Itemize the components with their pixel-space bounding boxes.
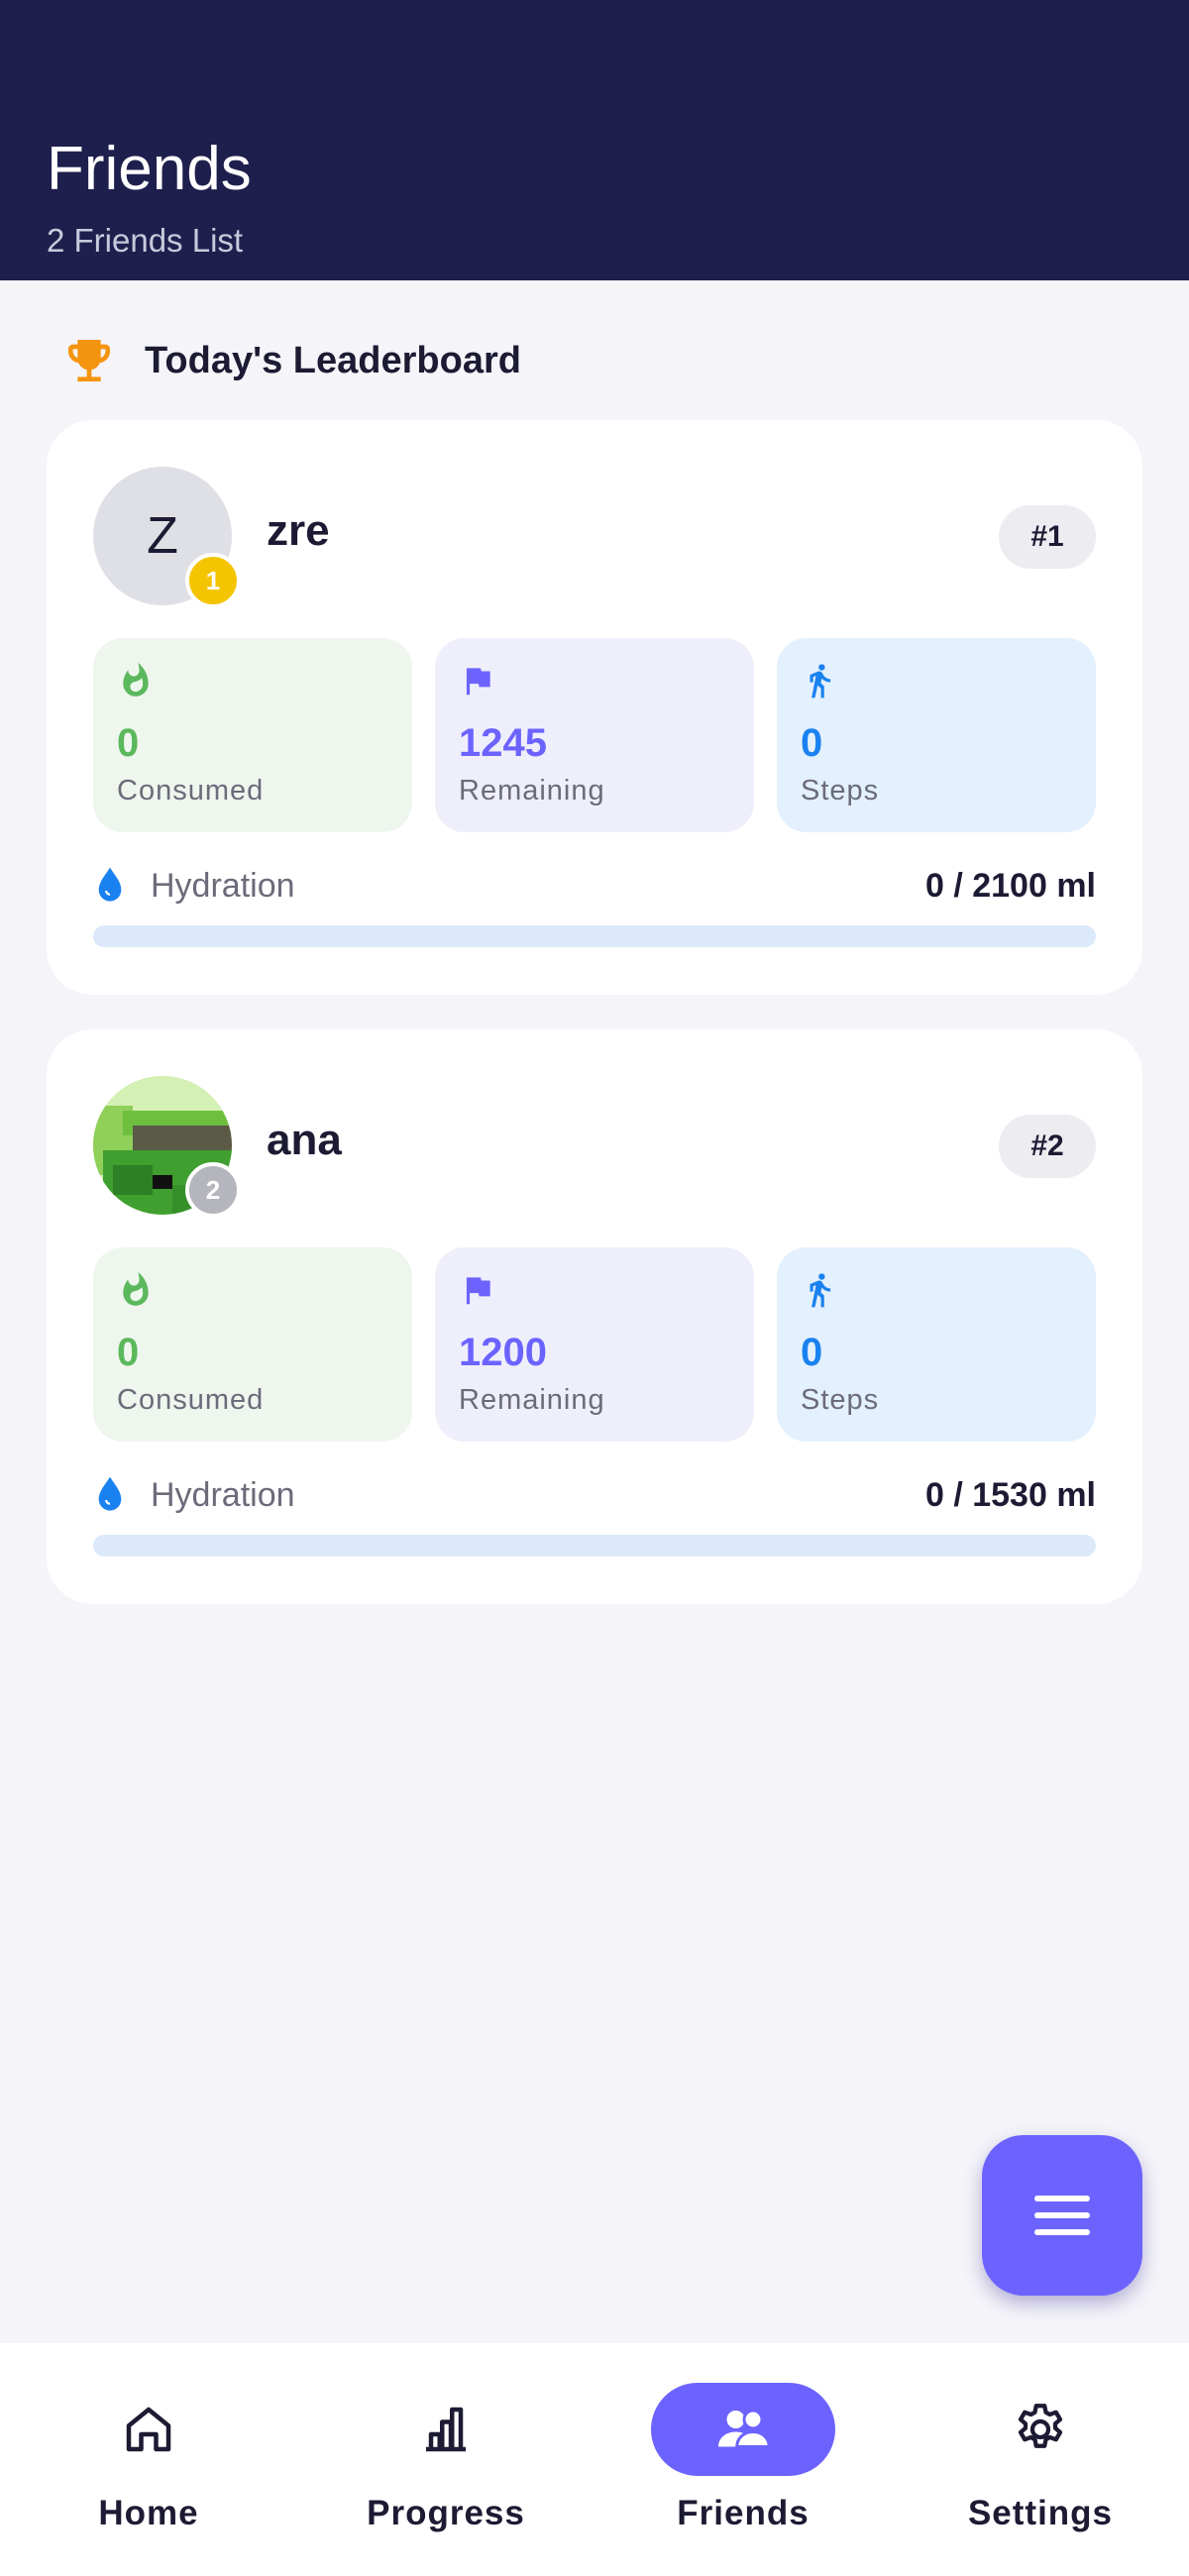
avatar-initial: Z xyxy=(147,507,178,565)
friend-card[interactable]: Z 1 zre #1 0 Consumed 1245 Remaining 0 S… xyxy=(47,420,1142,995)
steps-value: 0 xyxy=(801,721,823,765)
nav-icon-container xyxy=(651,2383,835,2476)
consumed-stat: 0 Consumed xyxy=(93,638,412,832)
nav-label-home: Home xyxy=(98,2494,199,2532)
hydration-value: 0 / 1530 ml xyxy=(924,1475,1096,1514)
flame-icon xyxy=(123,663,149,697)
flame-icon xyxy=(123,1272,149,1306)
nav-item-progress[interactable]: Progress xyxy=(337,2383,555,2551)
remaining-label: Remaining xyxy=(459,775,605,806)
page-title: Friends xyxy=(47,135,252,203)
rank-badge: #2 xyxy=(999,1115,1096,1178)
flag-icon xyxy=(466,668,490,696)
consumed-value: 0 xyxy=(117,721,140,765)
hydration-value: 0 / 2100 ml xyxy=(924,866,1096,905)
position-badge: 1 xyxy=(185,553,241,608)
people-icon xyxy=(718,2409,771,2448)
consumed-value: 0 xyxy=(117,1331,140,1374)
position-badge: 2 xyxy=(185,1162,241,1218)
flag-icon xyxy=(466,1277,490,1305)
remaining-stat: 1200 Remaining xyxy=(435,1247,754,1442)
remaining-value: 1200 xyxy=(459,1331,547,1374)
steps-stat: 0 Steps xyxy=(777,638,1096,832)
hydration-row: Hydration 0 / 2100 ml xyxy=(93,864,1096,908)
water-drop-icon xyxy=(98,1476,122,1511)
hydration-label: Hydration xyxy=(151,1475,295,1514)
steps-label: Steps xyxy=(801,1384,880,1416)
leaderboard-heading: Today's Leaderboard xyxy=(61,331,521,390)
nav-item-settings[interactable]: Settings xyxy=(931,2383,1149,2551)
rank-badge: #1 xyxy=(999,505,1096,569)
walking-icon xyxy=(810,1273,831,1308)
remaining-stat: 1245 Remaining xyxy=(435,638,754,832)
friend-name: ana xyxy=(267,1116,342,1164)
home-icon xyxy=(126,2407,171,2452)
bar-chart-icon xyxy=(426,2407,466,2452)
nav-item-friends[interactable]: Friends xyxy=(634,2383,852,2551)
steps-value: 0 xyxy=(801,1331,823,1374)
consumed-label: Consumed xyxy=(117,775,265,806)
nav-icon-container xyxy=(56,2383,241,2476)
nav-label-progress: Progress xyxy=(367,2494,525,2532)
menu-fab-button[interactable] xyxy=(982,2135,1142,2296)
hydration-progress-bar xyxy=(93,1535,1096,1556)
trophy-icon xyxy=(68,340,110,381)
nav-icon-container xyxy=(354,2383,538,2476)
walking-icon xyxy=(810,664,831,698)
remaining-label: Remaining xyxy=(459,1384,605,1416)
steps-stat: 0 Steps xyxy=(777,1247,1096,1442)
remaining-value: 1245 xyxy=(459,721,547,765)
hydration-row: Hydration 0 / 1530 ml xyxy=(93,1473,1096,1517)
nav-icon-container xyxy=(948,2383,1133,2476)
nav-label-friends: Friends xyxy=(677,2494,810,2532)
leaderboard-title: Today's Leaderboard xyxy=(145,339,521,381)
friend-card[interactable]: 2 ana #2 0 Consumed 1200 Remaining 0 Ste… xyxy=(47,1029,1142,1604)
hydration-label: Hydration xyxy=(151,866,295,905)
nav-label-settings: Settings xyxy=(967,2494,1114,2532)
hydration-progress-bar xyxy=(93,925,1096,947)
app-header: Friends 2 Friends List xyxy=(0,0,1189,280)
gear-icon xyxy=(1018,2404,1063,2448)
nav-item-home[interactable]: Home xyxy=(40,2383,258,2551)
consumed-label: Consumed xyxy=(117,1384,265,1416)
water-drop-icon xyxy=(98,867,122,902)
consumed-stat: 0 Consumed xyxy=(93,1247,412,1442)
menu-icon xyxy=(1034,2196,1090,2235)
friends-count: 2 Friends List xyxy=(47,222,244,259)
bottom-nav: Home Progress Friends Settings xyxy=(0,2343,1189,2576)
steps-label: Steps xyxy=(801,775,880,806)
friend-name: zre xyxy=(267,506,330,555)
